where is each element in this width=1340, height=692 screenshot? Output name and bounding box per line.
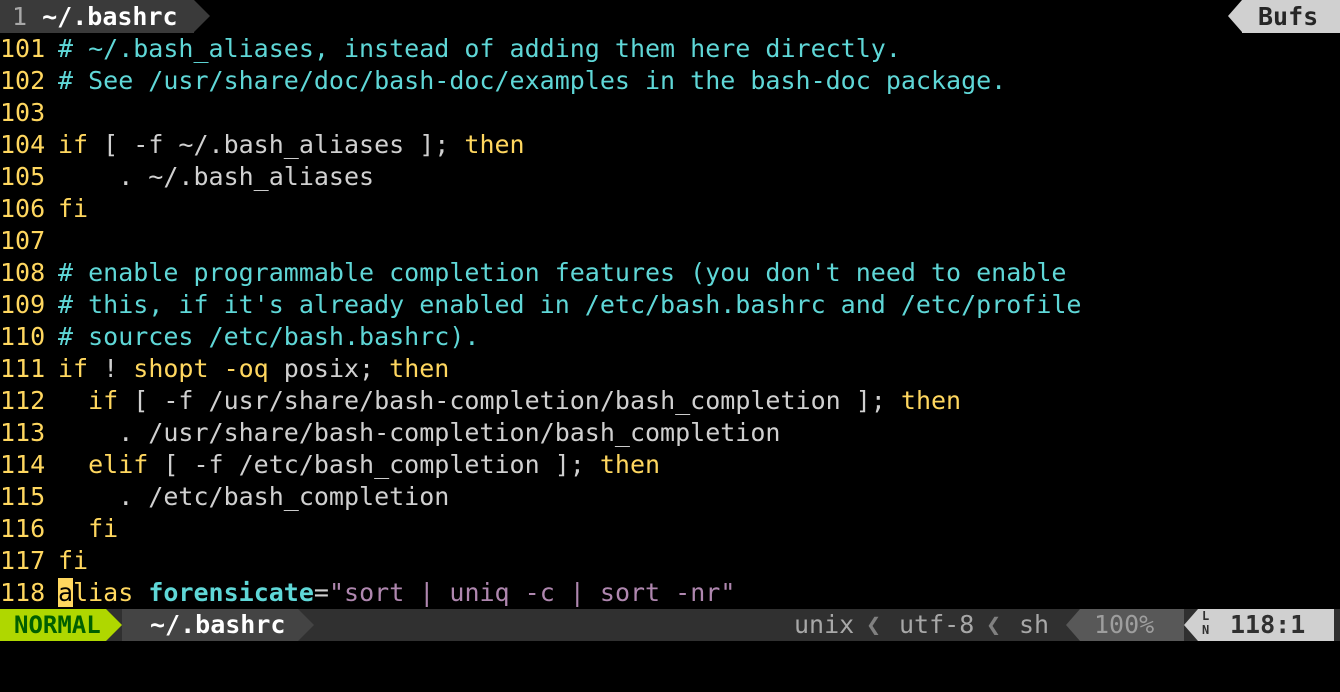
code-line[interactable]: 118 alias forensicate="sort | uniq -c | s… xyxy=(0,577,735,609)
cursor-colon: : xyxy=(1275,610,1291,639)
code-line[interactable]: 110 # sources /etc/bash.bashrc). xyxy=(0,321,479,353)
cursor-position: L N 118:1 xyxy=(1198,609,1334,641)
scroll-percent: 100% xyxy=(1080,609,1184,641)
code-token: then xyxy=(900,386,962,415)
line-number: 114 xyxy=(0,450,46,479)
buffers-indicator[interactable]: Bufs xyxy=(1242,0,1340,33)
fileformat: unix xyxy=(794,610,855,639)
code-token: = xyxy=(313,578,329,607)
code-token: fi xyxy=(58,514,119,543)
code-line[interactable]: 116 fi xyxy=(0,513,118,545)
code-token: . ~/.bash_aliases xyxy=(58,162,375,191)
code-token: fi xyxy=(58,194,89,223)
position-separator-arrow xyxy=(1184,609,1198,641)
code-token: fi xyxy=(58,546,89,575)
line-number: 104 xyxy=(0,130,46,159)
code-token: . /usr/share/bash-completion/bash_comple… xyxy=(58,418,781,447)
file-encoding: utf-8 xyxy=(899,610,975,639)
line-number: 101 xyxy=(0,34,46,63)
line-number: 115 xyxy=(0,482,46,511)
line-number: 102 xyxy=(0,66,46,95)
code-token: [ -f /usr/share/bash-completion/bash_com… xyxy=(118,386,901,415)
code-line[interactable]: 104 if [ -f ~/.bash_aliases ]; then xyxy=(0,129,525,161)
code-token: ! xyxy=(88,354,134,383)
code-line[interactable]: 117 fi xyxy=(0,545,88,577)
code-token: if xyxy=(58,130,89,159)
code-line[interactable]: 112 if [ -f /usr/share/bash-completion/b… xyxy=(0,385,961,417)
line-number: 106 xyxy=(0,194,46,223)
code-token: shopt xyxy=(133,354,209,383)
statusline: NORMAL ~/.bashrc unix ❮ utf-8 ❮ sh 100% … xyxy=(0,609,1340,641)
bufs-separator-arrow xyxy=(1228,0,1242,32)
line-number: 108 xyxy=(0,258,46,287)
line-number: 112 xyxy=(0,386,46,415)
code-token: "sort | uniq -c | sort -nr" xyxy=(328,578,736,607)
code-line[interactable]: 109 # this, if it's already enabled in /e… xyxy=(0,289,1082,321)
chevron-left-icon: ❮ xyxy=(866,610,882,639)
code-token: lias xyxy=(73,578,134,607)
code-line[interactable]: 103 xyxy=(0,97,58,129)
line-number: 113 xyxy=(0,418,46,447)
tab-number: 1 xyxy=(12,2,28,31)
code-line[interactable]: 105 . ~/.bash_aliases xyxy=(0,161,374,193)
code-token: if xyxy=(58,354,89,383)
code-token: # enable programmable completion feature… xyxy=(58,258,1067,287)
code-line[interactable]: 107 xyxy=(0,225,58,257)
code-token: then xyxy=(389,354,450,383)
line-number: 105 xyxy=(0,162,46,191)
file-separator-arrow xyxy=(298,609,314,641)
percent-separator-arrow xyxy=(1066,609,1080,641)
status-filename: ~/.bashrc xyxy=(122,609,298,641)
code-token: then xyxy=(599,450,661,479)
tab-separator-arrow xyxy=(194,0,210,32)
text-cursor: a xyxy=(58,578,74,607)
cursor-line: 118 xyxy=(1230,610,1276,639)
line-number: 111 xyxy=(0,354,46,383)
cursor-column: 1 xyxy=(1290,610,1306,639)
code-token: [ -f /etc/bash_completion ]; xyxy=(148,450,600,479)
line-number: 110 xyxy=(0,322,46,351)
code-line[interactable]: 101 # ~/.bash_aliases, instead of adding … xyxy=(0,33,901,65)
code-line[interactable]: 108 # enable programmable completion feat… xyxy=(0,257,1066,289)
code-token: . /etc/bash_completion xyxy=(58,482,450,511)
line-number: 107 xyxy=(0,226,46,255)
command-line[interactable] xyxy=(0,641,1340,692)
code-line[interactable]: 113 . /usr/share/bash-completion/bash_co… xyxy=(0,417,780,449)
line-number: 117 xyxy=(0,546,46,575)
line-number-icon: L N xyxy=(1202,609,1218,641)
code-token: # this, if it's already enabled in /etc/… xyxy=(58,290,1082,319)
tabline: 1 ~/.bashrc Bufs xyxy=(0,0,1340,33)
cursor-line-col: 118:1 xyxy=(1230,609,1305,641)
code-line[interactable]: 114 elif [ -f /etc/bash_completion ]; th… xyxy=(0,449,660,481)
code-token: then xyxy=(464,130,525,159)
code-line[interactable]: 111 if ! shopt -oq posix; then xyxy=(0,353,449,385)
line-icon-bottom: N xyxy=(1202,623,1210,637)
tab-label: ~/.bashrc xyxy=(42,2,178,31)
mode-separator-arrow xyxy=(106,609,122,641)
code-line[interactable]: 102 # See /usr/share/doc/bash-doc/example… xyxy=(0,65,1006,97)
line-number: 118 xyxy=(0,578,46,607)
mode-indicator: NORMAL xyxy=(0,609,106,641)
code-token: # ~/.bash_aliases, instead of adding the… xyxy=(58,34,901,63)
code-token: elif xyxy=(58,450,149,479)
code-token: if xyxy=(58,386,119,415)
line-number: 109 xyxy=(0,290,46,319)
line-icon-top: L xyxy=(1202,609,1210,623)
code-token: posix; xyxy=(283,354,390,383)
code-line[interactable]: 106 fi xyxy=(0,193,88,225)
line-number: 116 xyxy=(0,514,46,543)
code-token: # See /usr/share/doc/bash-doc/examples i… xyxy=(58,66,1007,95)
code-line[interactable]: 115 . /etc/bash_completion xyxy=(0,481,449,513)
chevron-left-icon: ❮ xyxy=(986,610,1002,639)
code-token: [ -f ~/.bash_aliases ]; xyxy=(88,130,465,159)
tab-bashrc[interactable]: 1 ~/.bashrc xyxy=(0,0,194,33)
code-token: -oq xyxy=(208,354,284,383)
filetype: sh xyxy=(1019,610,1050,639)
line-number: 103 xyxy=(0,98,46,127)
code-token: forensicate xyxy=(148,578,314,607)
code-token: # sources /etc/bash.bashrc). xyxy=(58,322,480,351)
